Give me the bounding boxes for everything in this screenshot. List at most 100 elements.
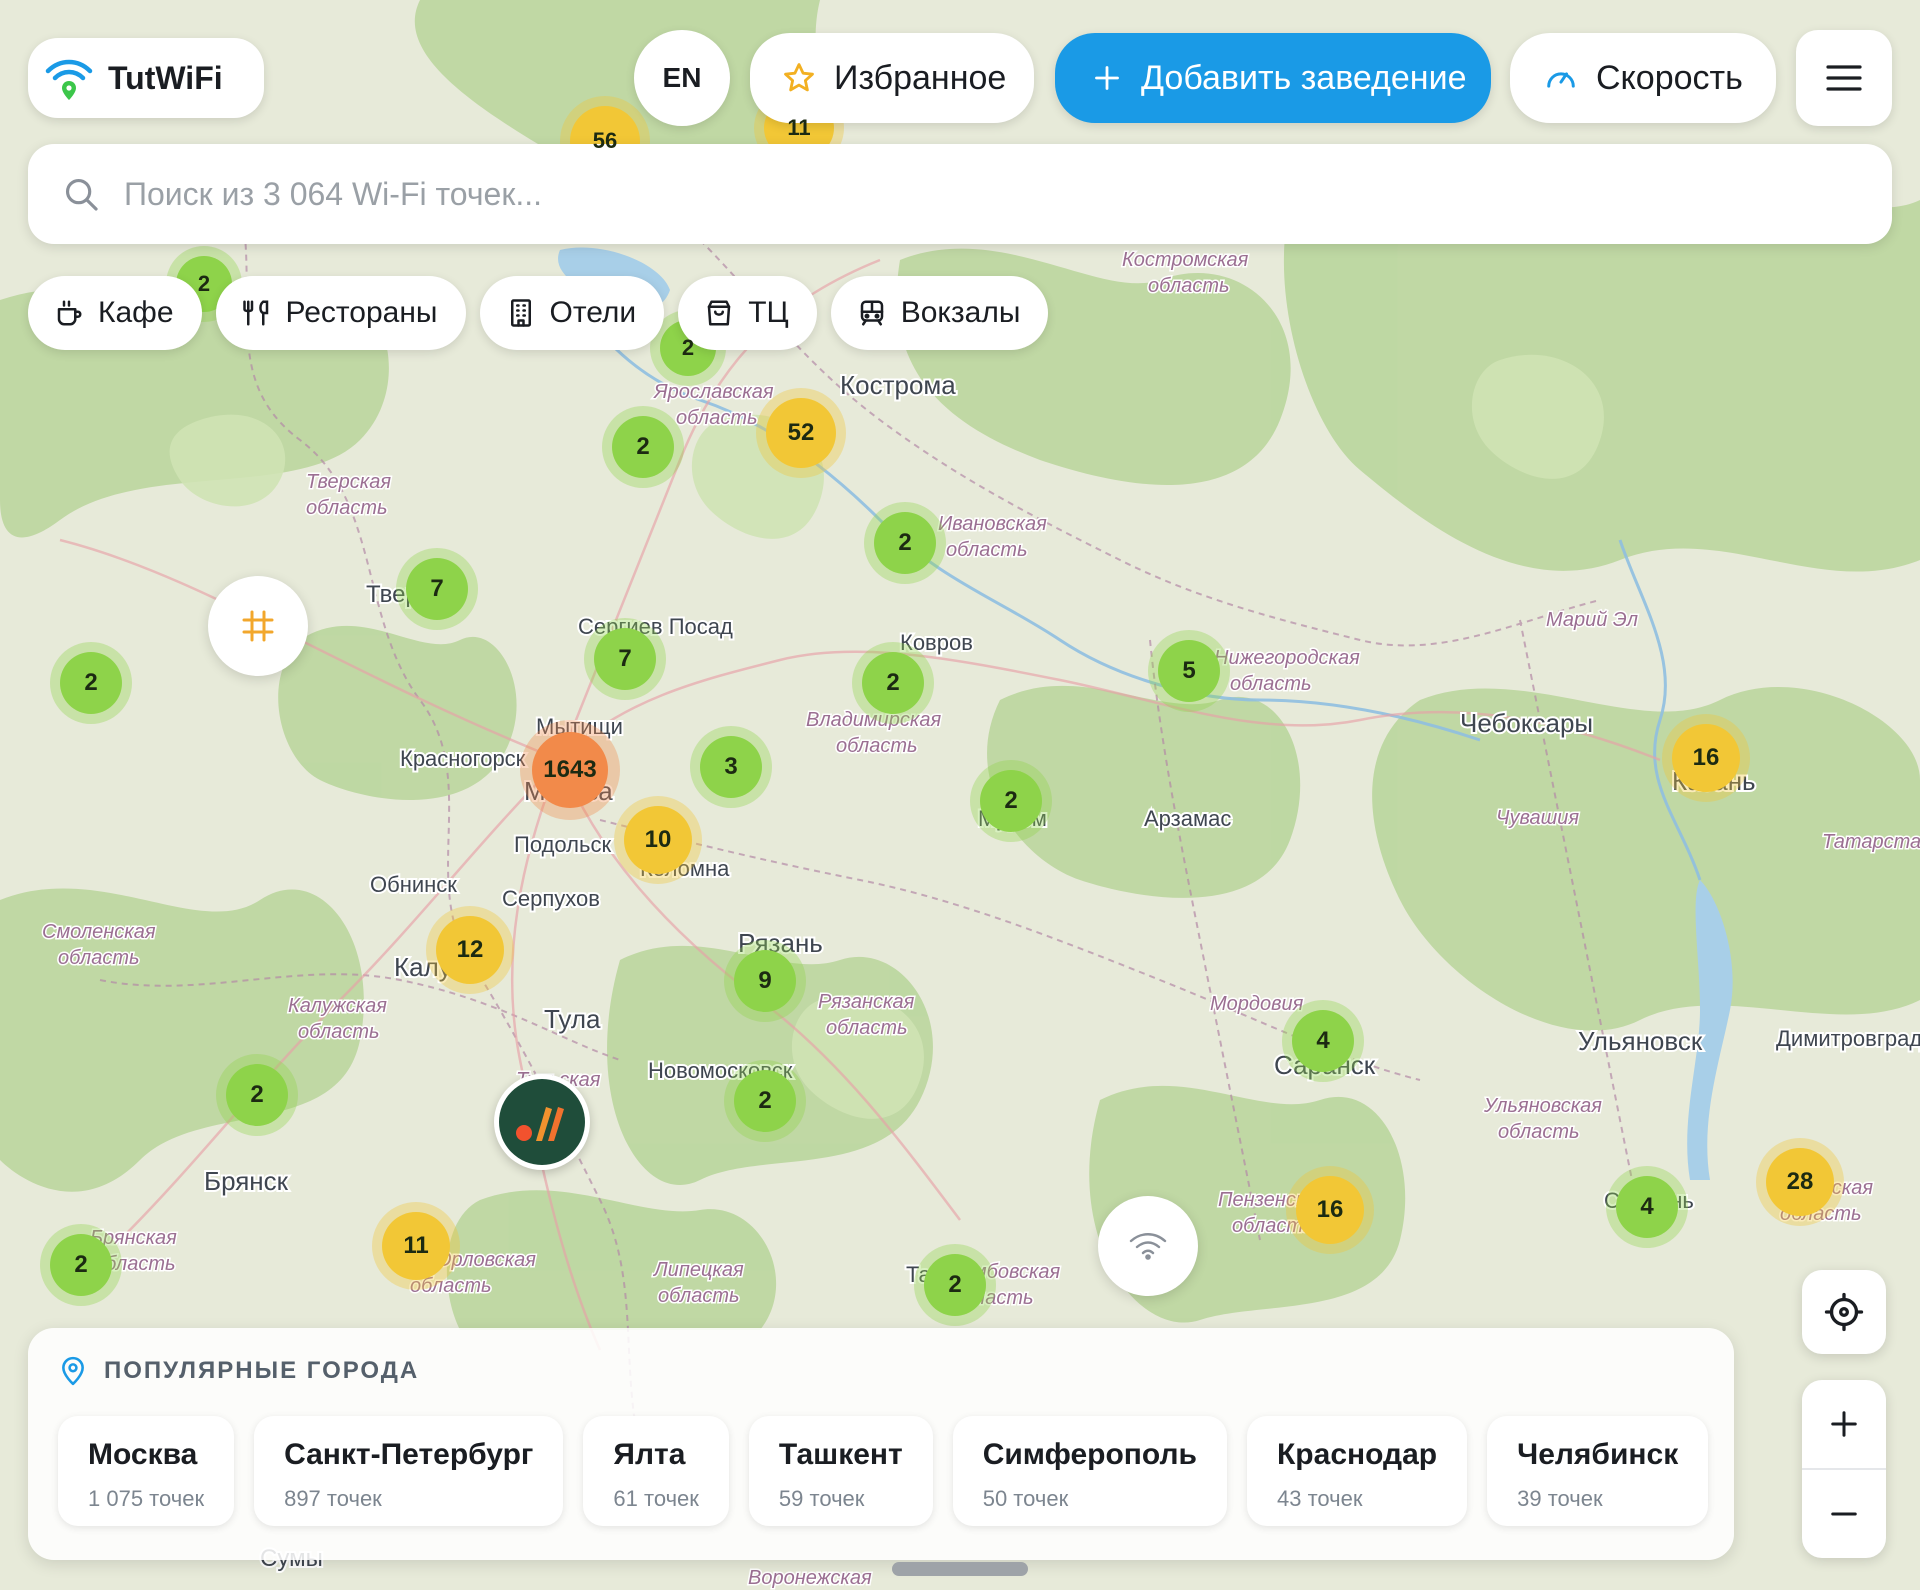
svg-text:область: область	[836, 735, 918, 757]
svg-text:Мордовия: Мордовия	[1210, 993, 1304, 1015]
svg-text:Рязанская: Рязанская	[818, 991, 915, 1013]
svg-text:Воронежская: Воронежская	[748, 1567, 872, 1589]
city-name: Краснодар	[1277, 1438, 1438, 1471]
category-cafe[interactable]: Кафе	[28, 276, 202, 350]
brand-logo[interactable]: TutWiFi	[28, 38, 264, 118]
svg-text:Калужская: Калужская	[288, 995, 387, 1017]
city-name: Санкт-Петербург	[284, 1438, 534, 1471]
cluster-marker[interactable]: 7	[406, 558, 468, 620]
sheet-drag-handle[interactable]	[892, 1562, 1028, 1576]
location-pin-icon	[62, 1356, 84, 1386]
category-hotels[interactable]: Отели	[479, 276, 665, 350]
city-card-tashkent[interactable]: Ташкент 59 точек	[748, 1416, 933, 1526]
svg-text:область: область	[826, 1017, 908, 1039]
cluster-marker[interactable]: 2	[60, 652, 122, 714]
svg-text:Ульяновская: Ульяновская	[1483, 1095, 1602, 1117]
svg-text:область: область	[946, 539, 1028, 561]
cluster-marker[interactable]: 12	[436, 916, 504, 984]
cluster-marker[interactable]: 2	[734, 1070, 796, 1132]
svg-text:Владимирская: Владимирская	[806, 709, 941, 731]
city-card-yalta[interactable]: Ялта 61 точек	[583, 1416, 729, 1526]
svg-text:Липецкая: Липецкая	[652, 1259, 744, 1281]
city-card-moscow[interactable]: Москва 1 075 точек	[58, 1416, 235, 1526]
cluster-marker[interactable]: 4	[1292, 1010, 1354, 1072]
cluster-marker[interactable]: 9	[734, 950, 796, 1012]
category-malls[interactable]: ТЦ	[678, 276, 817, 350]
cluster-marker[interactable]: 7	[594, 628, 656, 690]
svg-text:Смоленская: Смоленская	[42, 921, 156, 943]
svg-text:Обнинск: Обнинск	[370, 872, 457, 897]
svg-text:Нижегородская: Нижегородская	[1214, 647, 1360, 669]
cluster-marker[interactable]: 2	[50, 1234, 112, 1296]
svg-text:Подольск: Подольск	[514, 832, 611, 857]
zoom-out-button[interactable]	[1802, 1470, 1886, 1558]
star-icon	[784, 63, 814, 92]
wifi-button[interactable]	[1098, 1196, 1198, 1296]
cluster-marker[interactable]: 11	[382, 1212, 450, 1280]
cluster-marker[interactable]: 2	[226, 1064, 288, 1126]
grid-icon	[242, 610, 274, 642]
svg-text:Арзамас: Арзамас	[1144, 806, 1231, 831]
speed-test-button[interactable]: Скорость	[1510, 33, 1776, 123]
zoom-in-button[interactable]	[1802, 1380, 1886, 1468]
cluster-marker[interactable]: 2	[862, 652, 924, 714]
svg-text:область: область	[58, 947, 140, 969]
cluster-marker[interactable]: 2	[980, 770, 1042, 832]
cluster-marker[interactable]: 16	[1672, 724, 1740, 792]
venue-marker[interactable]	[494, 1074, 590, 1170]
cluster-marker[interactable]: 4	[1616, 1176, 1678, 1238]
svg-text:Брянск: Брянск	[204, 1166, 289, 1196]
svg-text:область: область	[306, 497, 388, 519]
svg-text:Сергиев Посад: Сергиев Посад	[578, 614, 733, 639]
city-card-simferopol[interactable]: Симферополь 50 точек	[952, 1416, 1227, 1526]
svg-text:область: область	[1148, 275, 1230, 297]
cluster-marker[interactable]: 10	[624, 806, 692, 874]
cluster-marker[interactable]: 28	[1766, 1148, 1834, 1216]
city-count: 1 075 точек	[88, 1486, 205, 1511]
cluster-marker[interactable]: 2	[924, 1254, 986, 1316]
favorites-label: Избранное	[834, 58, 1007, 97]
city-name: Челябинск	[1517, 1438, 1679, 1471]
cluster-marker[interactable]: 3	[700, 736, 762, 798]
cluster-marker[interactable]: 2	[612, 416, 674, 478]
restaurant-icon	[242, 300, 268, 326]
svg-text:Костромская: Костромская	[1122, 249, 1249, 271]
language-toggle-button[interactable]: EN	[634, 30, 730, 126]
city-name: Ташкент	[778, 1438, 903, 1471]
locate-me-button[interactable]	[1802, 1270, 1886, 1354]
cluster-marker[interactable]: 1643	[532, 732, 608, 808]
wifi-logo-icon	[45, 59, 93, 100]
crosshair-icon	[1824, 1292, 1864, 1332]
svg-text:Татарстан: Татарстан	[1822, 831, 1920, 853]
svg-text:Красногорск: Красногорск	[400, 746, 526, 771]
svg-text:область: область	[1230, 673, 1312, 695]
city-card-chelyabinsk[interactable]: Челябинск 39 точек	[1487, 1416, 1709, 1526]
category-restaurants[interactable]: Рестораны	[215, 276, 466, 350]
city-card-saint-petersburg[interactable]: Санкт-Петербург 897 точек	[254, 1416, 564, 1526]
speedometer-icon	[1547, 72, 1575, 88]
svg-text:область: область	[298, 1021, 380, 1043]
menu-button[interactable]	[1796, 30, 1892, 126]
svg-text:Ульяновск: Ульяновск	[1578, 1026, 1703, 1056]
speed-test-label: Скорость	[1596, 58, 1743, 97]
add-place-label: Добавить заведение	[1141, 58, 1467, 97]
category-label: Рестораны	[285, 296, 438, 329]
category-filters: Кафе Рестораны Отели ТЦ Вокзалы	[28, 276, 1049, 350]
category-stations[interactable]: Вокзалы	[830, 276, 1049, 350]
svg-text:Серпухов: Серпухов	[502, 886, 600, 911]
cluster-marker[interactable]: 16	[1296, 1176, 1364, 1244]
city-card-krasnodar[interactable]: Краснодар 43 точек	[1247, 1416, 1468, 1526]
cafe-icon	[57, 300, 82, 326]
search-icon	[65, 178, 98, 211]
grid-toggle-button[interactable]	[208, 576, 308, 676]
search-input[interactable]	[124, 175, 1824, 213]
city-name: Москва	[88, 1438, 198, 1471]
cluster-marker[interactable]: 52	[766, 398, 836, 468]
cluster-marker[interactable]: 2	[874, 512, 936, 574]
add-place-button[interactable]: Добавить заведение	[1055, 33, 1491, 123]
favorites-button[interactable]: Избранное	[750, 33, 1034, 123]
cluster-marker[interactable]: 5	[1158, 640, 1220, 702]
popular-cities-header: ПОПУЛЯРНЫЕ ГОРОДА	[60, 1356, 419, 1386]
venue-logo	[499, 1079, 585, 1165]
city-name: Ялта	[613, 1438, 686, 1471]
